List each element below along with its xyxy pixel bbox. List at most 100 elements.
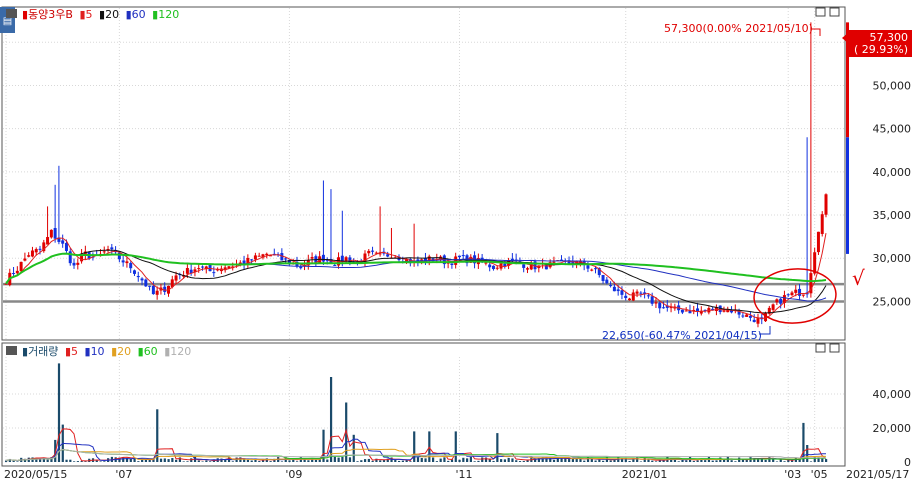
candle-body (779, 298, 783, 304)
volume-bar (454, 431, 457, 462)
volume-bar (197, 460, 200, 462)
candle-body (450, 263, 454, 265)
x-tick-label: '09 (285, 468, 302, 481)
candle-body (798, 288, 802, 296)
candle-body (46, 237, 50, 245)
volume-bar (654, 461, 658, 462)
volume-legend: ▮거래량 ▮5 ▮10 ▮20 ▮60 ▮120 (22, 345, 191, 358)
candle-body (522, 264, 526, 268)
volume-bar (696, 460, 699, 462)
price-legend-box-icon[interactable] (6, 9, 17, 18)
volume-bar (639, 461, 643, 462)
volume-bar (171, 458, 174, 462)
volume-bar (492, 460, 495, 462)
volume-bar (730, 460, 733, 462)
volume-legend-box-icon[interactable] (6, 346, 17, 355)
volume-bar (103, 461, 106, 462)
price-legend-name: 동양3우B (28, 8, 73, 21)
volume-bar (515, 460, 518, 462)
volume-bar (337, 457, 340, 462)
candle-body (748, 315, 752, 318)
volume-bar (647, 459, 650, 462)
volume-bar (360, 460, 363, 462)
candle-body (646, 295, 650, 297)
candle-body (662, 307, 666, 309)
volume-bar (246, 459, 250, 462)
volume-bar (677, 461, 680, 462)
volume-bar (341, 456, 344, 462)
candle-body (680, 309, 684, 313)
candle-body (631, 292, 635, 301)
volume-bar (439, 458, 442, 462)
candle-body (299, 266, 303, 269)
candle-body (484, 262, 488, 264)
candle-body (461, 255, 465, 257)
volume-bar (133, 458, 136, 462)
candle-body (824, 194, 828, 215)
volume-bar (462, 457, 465, 462)
price-tick-label: 45,000 (873, 123, 912, 136)
volume-bar (518, 461, 522, 462)
volume-bar (473, 461, 476, 462)
stock-chart: 50,00045,00040,00035,00030,00025,00055,0… (0, 0, 914, 483)
volume-bar (379, 460, 382, 462)
volume-bar (825, 459, 828, 462)
candle-body (503, 263, 507, 267)
last-date-label: 2021/05/17 (846, 468, 909, 481)
volume-bar (579, 458, 582, 462)
profile-bar (846, 137, 849, 254)
volume-bar (46, 459, 49, 462)
candle-body (144, 279, 148, 287)
candle-body (609, 285, 613, 287)
volume-bar (95, 460, 98, 462)
volume-bar (186, 461, 189, 462)
volume-close-icon[interactable] (829, 343, 840, 353)
candle-body (790, 292, 794, 296)
volume-bar (568, 459, 571, 462)
x-tick-label: 2020/05/15 (4, 468, 67, 481)
volume-bar (496, 433, 499, 462)
candle-body (593, 268, 597, 270)
volume-bar (280, 461, 284, 462)
candle-body (786, 294, 790, 296)
vlegend-ma20: 20 (117, 345, 131, 358)
legend-ma120: 120 (158, 8, 179, 21)
x-tick-label: '05 (811, 468, 828, 481)
volume-bar (435, 461, 438, 462)
volume-bar (201, 461, 204, 462)
candle-body (654, 302, 658, 304)
volume-bar (129, 458, 132, 462)
volume-bar (163, 458, 166, 462)
legend-ma60: 60 (132, 8, 146, 21)
price-close-icon[interactable] (829, 7, 840, 17)
legend-ma5: 5 (86, 8, 93, 21)
volume-minimize-icon[interactable] (815, 343, 826, 353)
candle-body (129, 263, 133, 269)
high-annotation: 57,300(0.00% 2021/05/10) (664, 22, 813, 35)
candle-body (151, 285, 155, 295)
price-tick-label: 35,000 (873, 209, 912, 222)
volume-bar (69, 459, 72, 462)
volume-bar (137, 461, 140, 462)
volume-bar (594, 460, 597, 462)
candle-body (148, 285, 152, 287)
candle-body (684, 310, 688, 312)
volume-bar (806, 445, 809, 462)
low-annotation: 22,650(-60.47% 2021/04/15) (602, 329, 762, 342)
x-tick-label: '11 (455, 468, 472, 481)
candle-body (745, 314, 749, 317)
candle-body (344, 257, 348, 261)
candle-body (125, 261, 129, 264)
volume-bar (12, 461, 15, 462)
volume-bar (432, 457, 435, 462)
candle-body (741, 315, 745, 317)
price-minimize-icon[interactable] (815, 7, 826, 17)
volume-bar (99, 461, 102, 462)
candle-body (635, 291, 639, 294)
candle-body (284, 258, 288, 260)
volume-bar (314, 459, 318, 462)
volume-bar (658, 460, 661, 462)
volume-bar (84, 461, 87, 462)
volume-bar (363, 459, 367, 462)
volume-bar (348, 457, 352, 462)
